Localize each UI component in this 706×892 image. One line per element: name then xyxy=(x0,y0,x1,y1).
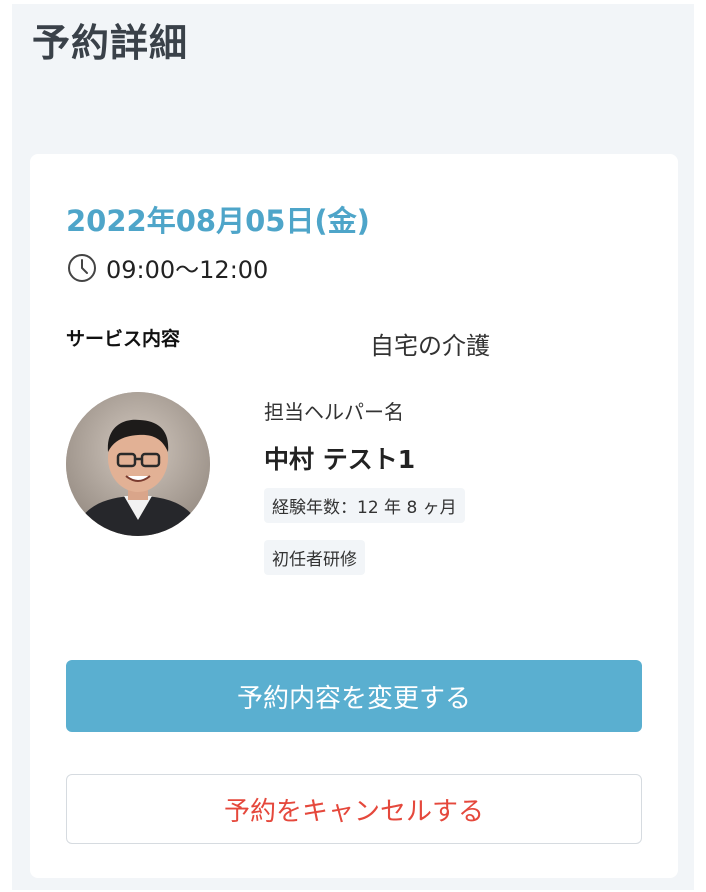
cancel-reservation-button[interactable]: 予約をキャンセルする xyxy=(66,774,642,844)
experience-badge: 経験年数：12 年 8 ヶ月 xyxy=(264,488,465,523)
change-reservation-button[interactable]: 予約内容を変更する xyxy=(66,660,642,732)
page-title: 予約詳細 xyxy=(32,21,189,65)
helper-name: 中村 テスト1 xyxy=(264,445,416,474)
qualification-badge: 初任者研修 xyxy=(264,540,365,575)
reservation-card: 2022年08月05日(金) 09:00〜12:00 サービス内容 自宅の介護 xyxy=(30,154,678,878)
service-value: 自宅の介護 xyxy=(370,332,490,360)
time-row: 09:00〜12:00 xyxy=(66,250,268,285)
helper-label: 担当ヘルパー名 xyxy=(264,400,404,424)
helper-avatar xyxy=(66,392,210,536)
reservation-date: 2022年08月05日(金) xyxy=(66,204,370,238)
service-label: サービス内容 xyxy=(66,328,181,350)
clock-icon xyxy=(66,252,98,284)
reservation-time: 09:00〜12:00 xyxy=(106,256,269,284)
screen: 予約詳細 2022年08月05日(金) 09:00〜12:00 サービス内容 自… xyxy=(12,4,694,890)
